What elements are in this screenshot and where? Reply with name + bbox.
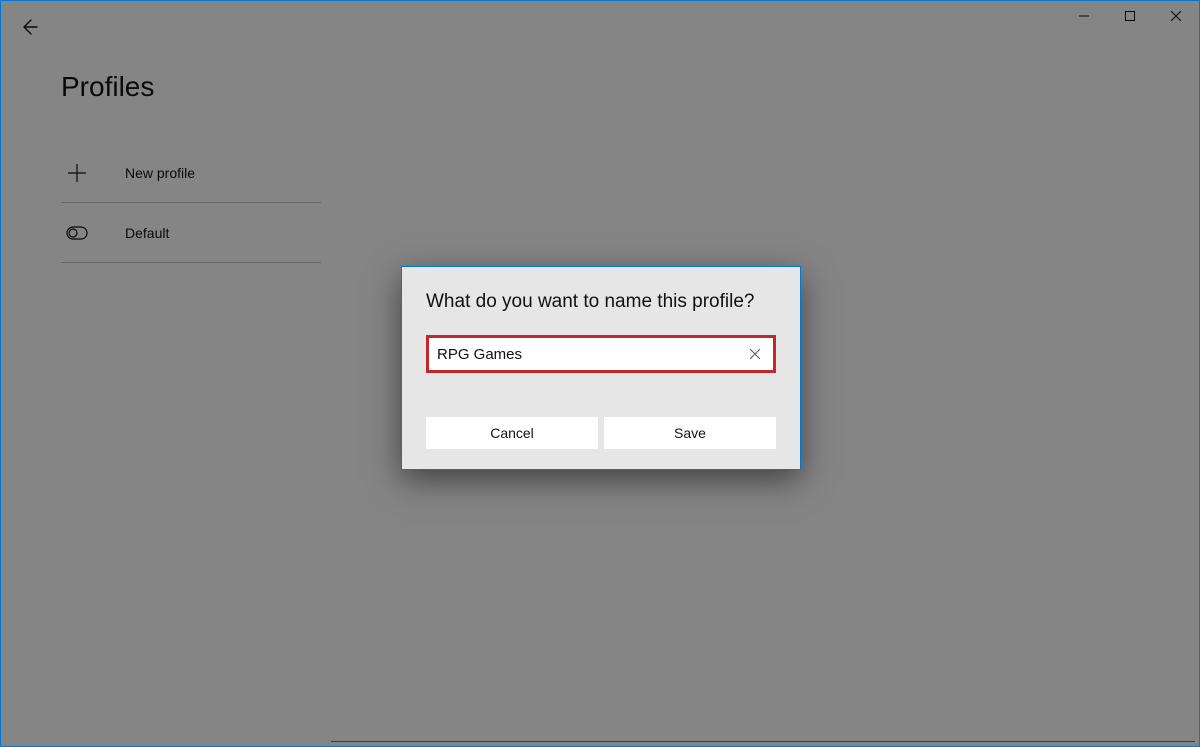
app-window: Profiles New profile Default What do you…	[0, 0, 1200, 747]
profile-name-input[interactable]	[437, 346, 745, 363]
dialog-title: What do you want to name this profile?	[426, 291, 776, 313]
save-button[interactable]: Save	[604, 417, 776, 449]
name-profile-dialog: What do you want to name this profile? C…	[401, 266, 801, 470]
cancel-button[interactable]: Cancel	[426, 417, 598, 449]
close-icon	[750, 349, 760, 359]
clear-input-button[interactable]	[745, 344, 765, 364]
profile-name-input-wrap	[426, 335, 776, 373]
dialog-buttons: Cancel Save	[426, 417, 776, 449]
